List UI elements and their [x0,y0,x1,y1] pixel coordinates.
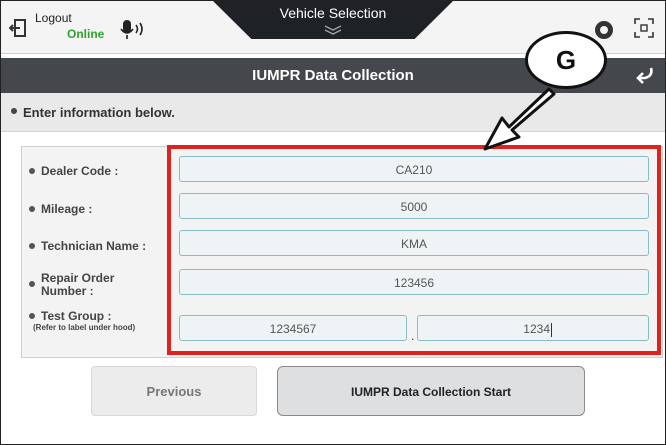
callout-label: G [525,31,607,89]
vehicle-selection-label: Vehicle Selection [279,5,387,21]
bullet-icon [11,108,17,114]
online-status: Online [67,27,105,41]
logout-icon[interactable] [9,18,27,38]
previous-button[interactable]: Previous [91,366,257,416]
chevron-down-icon [324,25,342,35]
vehicle-selection-tab[interactable]: Vehicle Selection [213,1,453,39]
microphone-icon[interactable] [119,18,149,40]
logout-button[interactable]: Logout [35,11,72,25]
iumpr-start-button[interactable]: IUMPR Data Collection Start [277,366,585,416]
instruction-text: Enter information below. [23,105,175,120]
test-group-hint: (Refer to label under hood) [33,323,136,332]
screen-frame: Logout Online Vehicle Selection IUMPR Da… [0,0,666,445]
